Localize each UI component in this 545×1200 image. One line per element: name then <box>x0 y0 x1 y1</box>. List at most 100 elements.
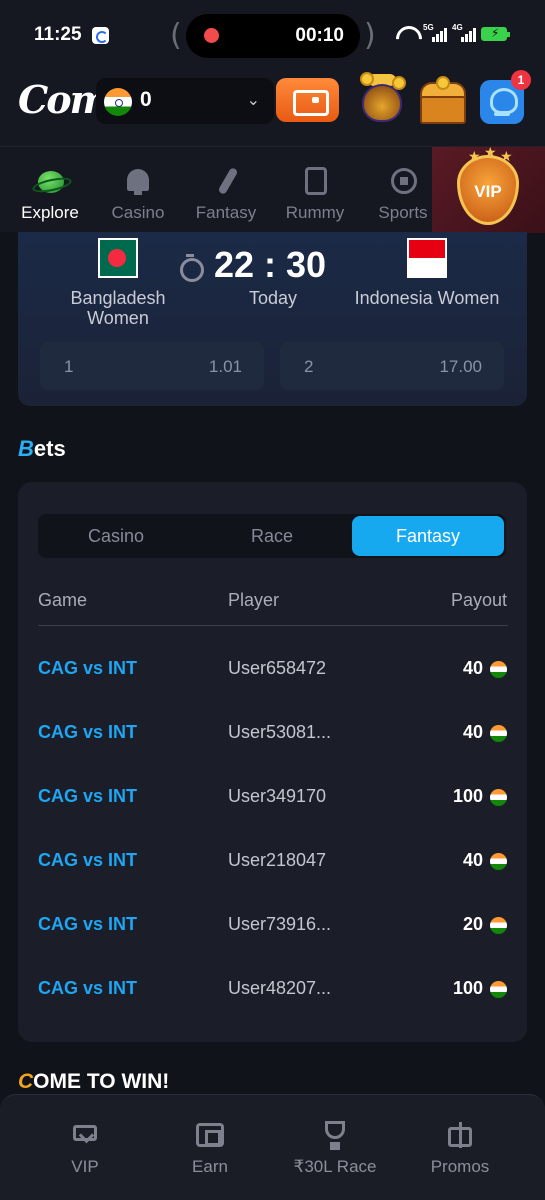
nav-label: Earn <box>192 1157 228 1176</box>
flag-india-icon <box>104 88 132 116</box>
category-explore[interactable]: Explore <box>10 165 90 223</box>
game-link[interactable]: CAG vs INT <box>38 914 137 935</box>
nav-promos[interactable]: Promos <box>400 1121 520 1177</box>
app-header: Come 0 ⌄ 1 <box>0 70 545 146</box>
tab-casino[interactable]: Casino <box>40 516 192 556</box>
game-link[interactable]: CAG vs INT <box>38 850 137 871</box>
header-divider <box>38 625 508 626</box>
odds-label: 2 <box>304 357 314 376</box>
column-header-game: Game <box>38 590 88 610</box>
table-row: CAG vs INT User658472 40 <box>18 650 527 690</box>
chevron-down-icon: ⌄ <box>246 92 260 109</box>
column-header-player: Player <box>228 590 280 610</box>
match-time: 22 : 30 <box>214 244 327 285</box>
vip-label: VIP <box>474 182 502 201</box>
nav-earn[interactable]: Earn <box>150 1121 270 1177</box>
away-team-name: Indonesia Women <box>354 288 500 308</box>
payout-value: 100 <box>452 786 483 806</box>
category-label: Sports <box>378 203 428 222</box>
category-fantasy[interactable]: Fantasy <box>186 165 266 223</box>
category-sports[interactable]: Sports <box>363 165 443 223</box>
recording-time: 00:10 <box>295 25 344 46</box>
game-link[interactable]: CAG vs INT <box>38 658 137 679</box>
table-row: CAG vs INT User73916... 20 <box>18 906 527 946</box>
player-name: User349170 <box>228 786 327 806</box>
balance-amount: 0 <box>140 88 152 111</box>
gift-icon <box>444 1121 476 1149</box>
treasure-pot-icon[interactable] <box>358 70 406 124</box>
cricket-bat-icon <box>210 165 242 197</box>
balance-selector[interactable]: 0 ⌄ <box>96 78 274 124</box>
flag-india-icon <box>490 981 507 998</box>
stopwatch-icon <box>180 254 204 282</box>
category-label: Rummy <box>285 203 345 222</box>
payout-value: 40 <box>462 658 483 678</box>
flag-india-icon <box>490 789 507 806</box>
match-day: Today <box>248 288 298 308</box>
notification-badge: 1 <box>511 70 531 90</box>
diamond-icon <box>69 1121 101 1149</box>
column-header-payout: Payout <box>450 590 507 610</box>
flag-india-icon <box>490 661 507 678</box>
flag-bangladesh-icon <box>98 238 138 278</box>
planet-icon <box>34 165 66 197</box>
trophy-icon <box>319 1121 351 1150</box>
vip-banner[interactable]: ★ ★ ★ VIP <box>432 144 545 233</box>
table-row: CAG vs INT User48207... 100 <box>18 970 527 1010</box>
flag-india-icon <box>490 853 507 870</box>
game-link[interactable]: CAG vs INT <box>38 722 137 743</box>
payout-value: 40 <box>462 850 483 870</box>
odds-button-home[interactable]: 1 1.01 <box>40 342 264 390</box>
category-rummy[interactable]: Rummy <box>275 165 355 223</box>
game-link[interactable]: CAG vs INT <box>38 978 137 999</box>
tab-fantasy[interactable]: Fantasy <box>352 516 504 556</box>
island-left-bracket-icon: ( <box>170 18 182 53</box>
odds-value: 17.00 <box>439 357 482 376</box>
app-notification-icon <box>92 27 109 44</box>
wallet-button[interactable] <box>276 78 339 122</box>
home-team-name: Bangladesh Women <box>70 288 166 328</box>
treasure-chest-icon[interactable] <box>418 76 468 126</box>
spade-icon <box>122 165 154 197</box>
bets-panel: Casino Race Fantasy Game Player Payout C… <box>18 482 527 1042</box>
vip-shield-icon: ★ ★ ★ VIP <box>457 144 519 225</box>
nav-race[interactable]: ₹30L Race <box>275 1121 395 1177</box>
bets-section-title: Bets <box>18 436 66 461</box>
category-label: Casino <box>111 203 165 222</box>
flag-indonesia-icon <box>407 238 447 278</box>
signal-4g-icon: 4G <box>452 23 476 42</box>
wifi-icon <box>396 26 418 42</box>
promo-section-title: COME TO WIN! <box>18 1070 170 1093</box>
battery-charging-icon: ⚡ <box>481 26 510 41</box>
flag-india-icon <box>490 917 507 934</box>
earn-icon <box>194 1121 226 1149</box>
table-row: CAG vs INT User218047 40 <box>18 842 527 882</box>
nav-vip[interactable]: VIP <box>25 1121 145 1177</box>
payout-value: 100 <box>452 978 483 998</box>
player-name: User53081... <box>228 722 332 742</box>
bets-tab-bar: Casino Race Fantasy <box>38 514 506 558</box>
recording-dot-icon <box>204 28 219 43</box>
category-casino[interactable]: Casino <box>98 165 178 223</box>
nav-label: Promos <box>430 1157 490 1176</box>
dynamic-island: 00:10 <box>186 14 360 58</box>
bottom-nav: VIP Earn ₹30L Race Promos <box>0 1094 545 1200</box>
payout-value: 40 <box>462 722 483 742</box>
clock: 11:25 <box>34 24 82 45</box>
category-label: Explore <box>21 203 79 222</box>
flag-india-icon <box>490 725 507 742</box>
table-row: CAG vs INT User53081... 40 <box>18 714 527 754</box>
nav-label: VIP <box>71 1157 99 1176</box>
odds-value: 1.01 <box>208 357 242 376</box>
odds-button-away[interactable]: 2 17.00 <box>280 342 504 390</box>
odds-label: 1 <box>64 357 74 376</box>
player-name: User48207... <box>228 978 332 998</box>
island-right-bracket-icon: ) <box>364 18 376 53</box>
game-link[interactable]: CAG vs INT <box>38 786 137 807</box>
payout-value: 20 <box>462 914 483 934</box>
match-card[interactable]: Bangladesh Women 22 : 30 Today Indonesia… <box>18 232 527 406</box>
tab-race[interactable]: Race <box>196 516 348 556</box>
category-nav: Explore Casino Fantasy Rummy Sports ★ ★ … <box>0 144 545 233</box>
player-name: User658472 <box>228 658 327 678</box>
cards-icon <box>299 165 331 197</box>
